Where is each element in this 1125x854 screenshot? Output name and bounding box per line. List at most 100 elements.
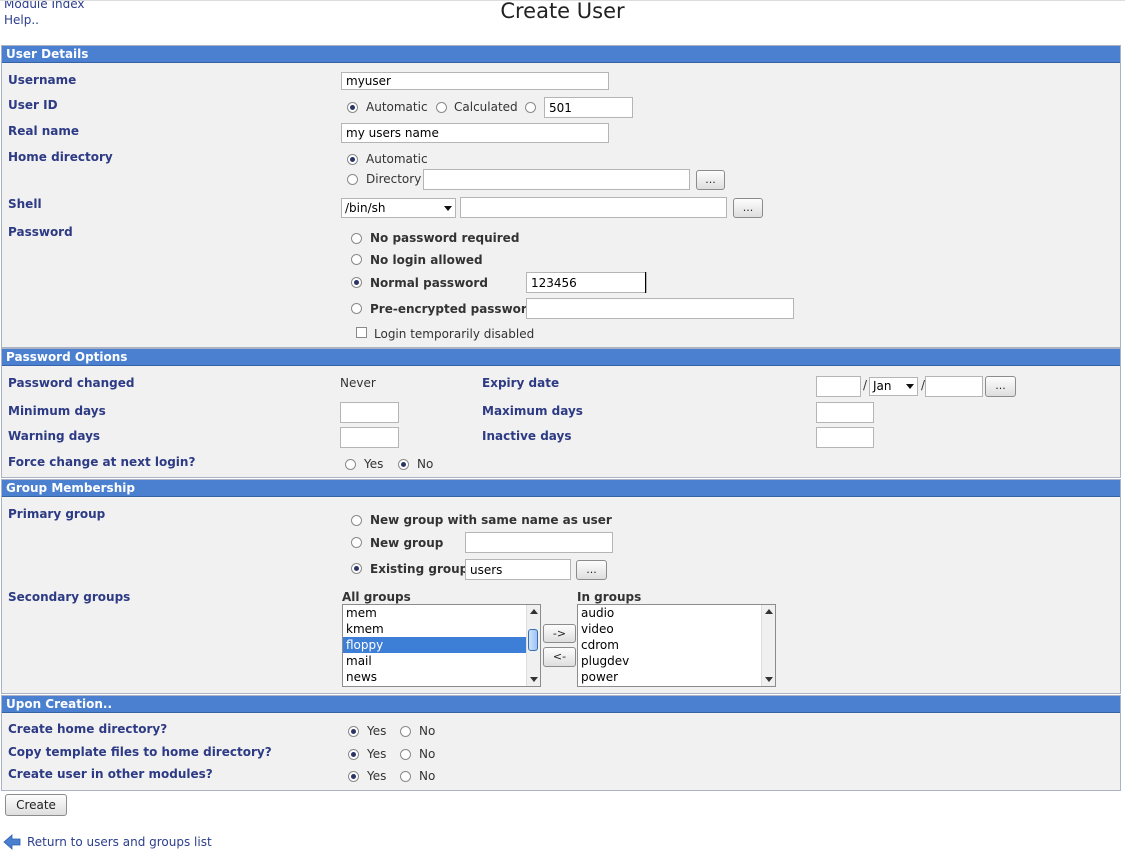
userid-calculated-radio[interactable] (436, 102, 447, 113)
min-days-label: Minimum days (8, 404, 106, 418)
list-item-selected[interactable]: floppy (343, 637, 540, 653)
homedir-automatic-radio[interactable] (347, 154, 358, 165)
pw-preenc-input[interactable] (526, 298, 794, 319)
pw-normal-input[interactable] (526, 272, 647, 293)
homedir-browse-button[interactable]: ... (696, 170, 725, 190)
pw-nologin-radio[interactable] (351, 254, 362, 265)
add-group-button[interactable]: -> (543, 624, 576, 643)
pw-normal-radio[interactable] (351, 277, 362, 288)
user-details-header: User Details (2, 46, 1120, 63)
list-item[interactable]: audio (578, 605, 775, 621)
existing-group-label: Existing group (370, 562, 469, 576)
copy-template-yes-radio[interactable] (348, 749, 359, 760)
in-groups-scrollbar[interactable] (761, 605, 775, 686)
page-title: Create User (500, 0, 625, 23)
all-groups-scrollbar[interactable] (526, 605, 540, 686)
all-groups-label: All groups (342, 590, 411, 604)
expiry-slash-1: / (863, 378, 868, 392)
list-item[interactable]: power (578, 669, 775, 685)
new-same-radio[interactable] (351, 515, 362, 526)
copy-template-no-radio[interactable] (400, 749, 411, 760)
text-cursor (645, 272, 646, 293)
force-change-label: Force change at next login? (8, 455, 196, 469)
password-options-header: Password Options (2, 349, 1120, 366)
password-options-section: Password Options Password changed Never … (1, 348, 1121, 478)
group-membership-header: Group Membership (2, 480, 1120, 497)
max-days-input[interactable] (816, 402, 874, 423)
homedir-input[interactable] (423, 169, 690, 190)
shell-label: Shell (8, 197, 42, 211)
scroll-down-icon[interactable] (530, 677, 538, 682)
expiry-month-select[interactable]: Jan (869, 377, 918, 396)
force-no-radio[interactable] (398, 459, 409, 470)
chevron-down-icon (906, 384, 914, 389)
create-home-label: Create home directory? (8, 722, 168, 736)
shell-other-input[interactable] (460, 197, 727, 218)
remove-group-button[interactable]: <- (543, 647, 576, 667)
userid-manual-radio[interactable] (525, 102, 536, 113)
scroll-up-icon[interactable] (765, 609, 773, 614)
chevron-down-icon (444, 206, 452, 211)
other-modules-yes-label: Yes (367, 769, 387, 783)
new-group-radio[interactable] (351, 537, 362, 548)
list-item[interactable]: news (343, 669, 540, 685)
upon-creation-section: Upon Creation.. Create home directory? Y… (1, 695, 1121, 791)
in-groups-listbox[interactable]: audio video cdrom plugdev power (577, 604, 776, 687)
other-modules-no-radio[interactable] (400, 771, 411, 782)
create-button[interactable]: Create (5, 794, 67, 816)
group-membership-section: Group Membership Primary group New group… (1, 479, 1121, 694)
shell-select[interactable]: /bin/sh (341, 198, 456, 218)
primary-group-label: Primary group (8, 507, 106, 521)
min-days-input[interactable] (340, 402, 399, 423)
expiry-year-input[interactable] (925, 376, 983, 397)
login-disabled-label: Login temporarily disabled (374, 327, 535, 341)
pw-nologin-label: No login allowed (370, 253, 483, 267)
homedir-directory-radio[interactable] (347, 174, 358, 185)
warn-days-label: Warning days (8, 429, 101, 443)
existing-group-radio[interactable] (351, 563, 362, 574)
pw-changed-label: Password changed (8, 376, 135, 390)
username-input[interactable] (341, 72, 609, 90)
create-home-no-radio[interactable] (400, 726, 411, 737)
list-item[interactable]: kmem (343, 621, 540, 637)
existing-group-input[interactable] (465, 559, 571, 580)
list-item[interactable]: cdrom (578, 637, 775, 653)
list-item[interactable]: plugdev (578, 653, 775, 669)
pw-normal-label: Normal password (370, 276, 488, 290)
return-link[interactable]: Return to users and groups list (27, 835, 212, 849)
homedir-directory-label: Directory (366, 172, 422, 186)
scroll-down-icon[interactable] (765, 677, 773, 682)
force-yes-label: Yes (364, 457, 384, 471)
list-item[interactable]: mem (343, 605, 540, 621)
new-same-label: New group with same name as user (370, 513, 612, 527)
user-details-section: User Details Username User ID Automatic … (1, 45, 1121, 348)
expiry-day-input[interactable] (816, 376, 861, 397)
create-home-yes-radio[interactable] (348, 726, 359, 737)
scroll-thumb[interactable] (528, 629, 538, 651)
back-arrow-icon[interactable] (3, 833, 21, 851)
pw-none-radio[interactable] (351, 233, 362, 244)
list-item[interactable]: video (578, 621, 775, 637)
pw-preenc-radio[interactable] (351, 303, 362, 314)
login-disabled-checkbox[interactable] (356, 327, 367, 338)
expiry-calendar-button[interactable]: ... (985, 376, 1016, 397)
top-divider (0, 0, 1125, 1)
warn-days-input[interactable] (340, 427, 399, 448)
userid-automatic-radio[interactable] (347, 102, 358, 113)
username-label: Username (8, 73, 77, 87)
existing-group-browse-button[interactable]: ... (576, 560, 607, 580)
shell-select-value: /bin/sh (345, 201, 386, 215)
force-no-label: No (417, 457, 434, 471)
expiry-label: Expiry date (482, 376, 560, 390)
inactive-days-input[interactable] (816, 427, 874, 448)
scroll-up-icon[interactable] (530, 609, 538, 614)
force-yes-radio[interactable] (345, 459, 356, 470)
pw-none-label: No password required (370, 231, 520, 245)
other-modules-yes-radio[interactable] (348, 771, 359, 782)
shell-browse-button[interactable]: ... (733, 198, 763, 218)
userid-input[interactable] (544, 97, 633, 118)
all-groups-listbox[interactable]: mem kmem floppy mail news (342, 604, 541, 687)
list-item[interactable]: mail (343, 653, 540, 669)
new-group-input[interactable] (465, 532, 613, 553)
realname-input[interactable] (341, 123, 609, 143)
